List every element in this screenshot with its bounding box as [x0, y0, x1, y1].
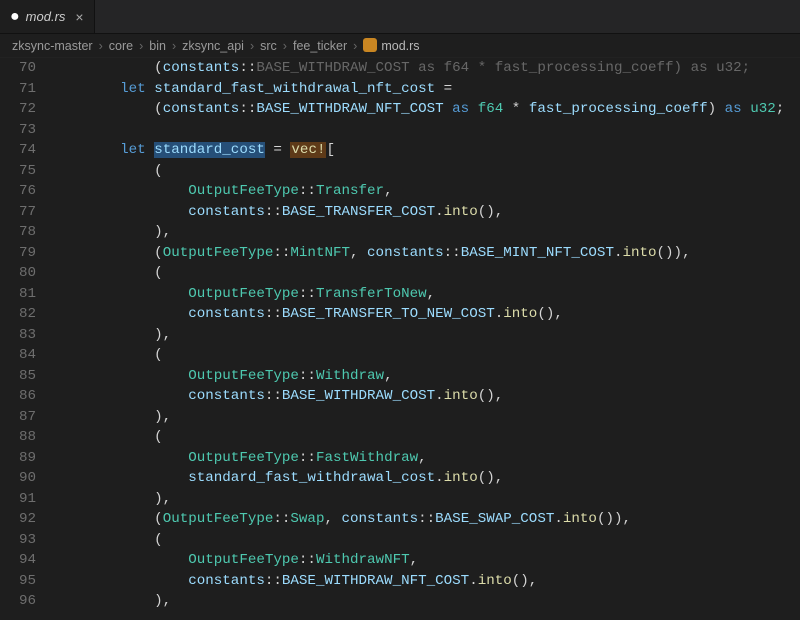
module-icon — [363, 38, 377, 52]
line-number: 85 — [0, 366, 36, 387]
code-line[interactable]: constants::BASE_TRANSFER_TO_NEW_COST.int… — [52, 304, 800, 325]
code-line[interactable]: let standard_cost = vec![ — [52, 140, 800, 161]
close-icon[interactable]: × — [75, 9, 83, 25]
line-number: 73 — [0, 120, 36, 141]
chevron-right-icon: › — [353, 39, 357, 53]
breadcrumb-segment[interactable]: core — [109, 39, 133, 53]
breadcrumb-segment[interactable]: fee_ticker — [293, 39, 347, 53]
tab-bar: ● mod.rs × — [0, 0, 800, 34]
line-number: 76 — [0, 181, 36, 202]
code-line[interactable]: ( — [52, 161, 800, 182]
code-line[interactable]: (constants::BASE_WITHDRAW_COST as f64 * … — [52, 58, 800, 79]
code-line[interactable]: (OutputFeeType::Swap, constants::BASE_SW… — [52, 509, 800, 530]
code-line[interactable]: (constants::BASE_WITHDRAW_NFT_COST as f6… — [52, 99, 800, 120]
code-line[interactable]: (OutputFeeType::MintNFT, constants::BASE… — [52, 243, 800, 264]
code-line[interactable]: constants::BASE_WITHDRAW_COST.into(), — [52, 386, 800, 407]
code-line[interactable]: constants::BASE_WITHDRAW_NFT_COST.into()… — [52, 571, 800, 592]
line-number: 70 — [0, 58, 36, 79]
breadcrumb[interactable]: zksync-master › core › bin › zksync_api … — [0, 34, 800, 58]
line-number: 82 — [0, 304, 36, 325]
code-line[interactable]: ), — [52, 222, 800, 243]
chevron-right-icon: › — [250, 39, 254, 53]
code-line[interactable]: standard_fast_withdrawal_cost.into(), — [52, 468, 800, 489]
line-number: 79 — [0, 243, 36, 264]
line-number: 95 — [0, 571, 36, 592]
line-number: 75 — [0, 161, 36, 182]
line-number: 93 — [0, 530, 36, 551]
line-number: 87 — [0, 407, 36, 428]
chevron-right-icon: › — [139, 39, 143, 53]
tab-filename: mod.rs — [26, 9, 66, 24]
breadcrumb-segment[interactable]: zksync-master — [12, 39, 93, 53]
chevron-right-icon: › — [283, 39, 287, 53]
code-line[interactable]: ( — [52, 427, 800, 448]
code-line[interactable]: constants::BASE_TRANSFER_COST.into(), — [52, 202, 800, 223]
line-number: 78 — [0, 222, 36, 243]
code-line[interactable]: ( — [52, 345, 800, 366]
line-number: 84 — [0, 345, 36, 366]
line-number: 92 — [0, 509, 36, 530]
code-line[interactable]: let standard_fast_withdrawal_nft_cost = — [52, 79, 800, 100]
breadcrumb-segment[interactable]: zksync_api — [182, 39, 244, 53]
breadcrumb-file[interactable]: mod.rs — [363, 38, 419, 53]
line-number: 81 — [0, 284, 36, 305]
code-line[interactable]: ( — [52, 263, 800, 284]
line-number: 86 — [0, 386, 36, 407]
dirty-indicator-icon: ● — [10, 9, 20, 25]
line-number: 77 — [0, 202, 36, 223]
code-content[interactable]: (constants::BASE_WITHDRAW_COST as f64 * … — [52, 58, 800, 620]
code-line[interactable]: ), — [52, 591, 800, 612]
tab-mod-rs[interactable]: ● mod.rs × — [0, 0, 95, 33]
line-number: 94 — [0, 550, 36, 571]
breadcrumb-segment[interactable]: src — [260, 39, 277, 53]
line-number: 90 — [0, 468, 36, 489]
line-number: 71 — [0, 79, 36, 100]
line-number: 83 — [0, 325, 36, 346]
line-number-gutter: 7071727374757677787980818283848586878889… — [0, 58, 52, 620]
line-number: 91 — [0, 489, 36, 510]
code-line[interactable]: OutputFeeType::Withdraw, — [52, 366, 800, 387]
code-line[interactable]: ), — [52, 407, 800, 428]
code-line[interactable] — [52, 120, 800, 141]
code-line[interactable]: OutputFeeType::WithdrawNFT, — [52, 550, 800, 571]
code-editor[interactable]: 7071727374757677787980818283848586878889… — [0, 58, 800, 620]
chevron-right-icon: › — [172, 39, 176, 53]
line-number: 74 — [0, 140, 36, 161]
breadcrumb-segment[interactable]: bin — [149, 39, 166, 53]
line-number: 88 — [0, 427, 36, 448]
code-line[interactable]: OutputFeeType::Transfer, — [52, 181, 800, 202]
code-line[interactable]: ), — [52, 325, 800, 346]
chevron-right-icon: › — [99, 39, 103, 53]
code-line[interactable]: OutputFeeType::FastWithdraw, — [52, 448, 800, 469]
line-number: 96 — [0, 591, 36, 612]
code-line[interactable]: OutputFeeType::TransferToNew, — [52, 284, 800, 305]
line-number: 72 — [0, 99, 36, 120]
code-line[interactable]: ), — [52, 489, 800, 510]
line-number: 80 — [0, 263, 36, 284]
code-line[interactable]: ( — [52, 530, 800, 551]
line-number: 89 — [0, 448, 36, 469]
